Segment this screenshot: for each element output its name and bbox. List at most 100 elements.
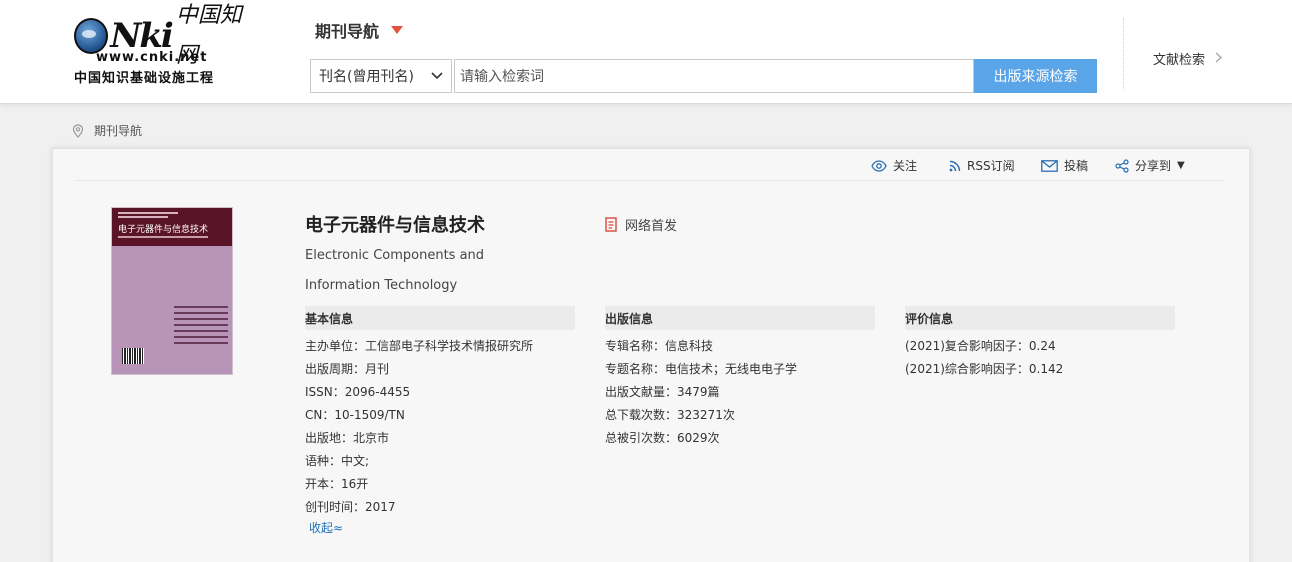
header-divider [1123, 18, 1124, 90]
chevron-down-icon [431, 70, 443, 83]
info-label: 主办单位： [305, 339, 366, 353]
share-button[interactable]: 分享到 ▼ [1115, 157, 1185, 174]
follow-button[interactable]: 关注 [871, 157, 917, 174]
cover-toc-line [174, 306, 228, 308]
info-row: 出版周期：月刊 [305, 358, 533, 381]
info-row: (2021)复合影响因子：0.24 [905, 335, 1063, 358]
info-label: (2021)复合影响因子： [905, 339, 1029, 353]
info-row: 专辑名称：信息科技 [605, 335, 797, 358]
journal-card: 关注 RSS订阅 投稿 分享到 ▼ 电子元器件与信息技术 电子元器件与信息技术 … [52, 148, 1250, 562]
info-label: 创刊时间： [305, 500, 366, 514]
info-value: 0.24 [1028, 339, 1056, 353]
cnki-logo[interactable]: Nki 中国知网 www.cnki.net 中国知识基础设施工程 [74, 3, 259, 86]
info-row: 出版文献量：3479篇 [605, 381, 797, 404]
info-row: ISSN：2096-4455 [305, 381, 533, 404]
info-row: 出版地：北京市 [305, 427, 533, 450]
cover-header-band: 电子元器件与信息技术 [112, 208, 232, 246]
cover-toc-line [174, 318, 228, 320]
rss-subscribe-button[interactable]: RSS订阅 [949, 157, 1015, 174]
rss-icon [949, 160, 961, 171]
info-value: 323271次 [677, 408, 735, 422]
info-value: 工信部电子科学技术情报研究所 [365, 339, 534, 353]
cover-toc-line [174, 324, 228, 326]
collapse-link[interactable]: 收起≈ [309, 519, 343, 536]
journal-nav-label: 期刊导航 [315, 22, 380, 41]
basic-info-heading: 基本信息 [305, 306, 575, 330]
globe-icon [74, 18, 109, 54]
literature-search-label: 文献检索 [1153, 53, 1206, 68]
source-search-button[interactable]: 出版来源检索 [974, 59, 1097, 93]
basic-info-heading-text: 基本信息 [305, 311, 354, 326]
chevron-right-icon [1215, 51, 1223, 67]
info-value: 电信技术；无线电电子学 [665, 362, 798, 376]
info-value: 10-1509/TN [334, 408, 405, 422]
follow-label: 关注 [893, 159, 918, 173]
search-input[interactable]: 请输入检索词 [454, 59, 974, 93]
info-row: 总被引次数：6029次 [605, 427, 797, 450]
info-value: 2096-4455 [344, 385, 411, 399]
publish-info-heading: 出版信息 [605, 306, 875, 330]
publish-info-heading-text: 出版信息 [605, 311, 654, 326]
eye-icon [871, 159, 887, 172]
info-value: 中文; [341, 454, 370, 468]
literature-search-link[interactable]: 文献检索 [1153, 49, 1223, 68]
submit-label: 投稿 [1064, 159, 1089, 173]
info-label: 出版文献量： [605, 385, 678, 399]
rss-label: RSS订阅 [967, 159, 1015, 173]
info-value: 北京市 [353, 431, 390, 445]
basic-info-list: 主办单位：工信部电子科学技术情报研究所 出版周期：月刊 ISSN：2096-44… [305, 335, 533, 519]
document-icon [605, 217, 617, 232]
journal-cover-image: 电子元器件与信息技术 [111, 207, 233, 375]
cover-text-line [118, 236, 208, 238]
search-placeholder: 请输入检索词 [460, 69, 544, 85]
info-row: 语种：中文; [305, 450, 533, 473]
info-row: 创刊时间：2017 [305, 496, 533, 519]
cover-text-line [118, 212, 178, 214]
cover-title: 电子元器件与信息技术 [118, 225, 209, 235]
info-label: 开本： [305, 477, 342, 491]
info-label: 出版地： [305, 431, 354, 445]
cover-toc-line [174, 342, 228, 344]
info-label: 语种： [305, 454, 342, 468]
search-bar: 刊名(曾用刊名) 请输入检索词 出版来源检索 [310, 59, 1097, 93]
info-label: 出版周期： [305, 362, 366, 376]
info-label: 总被引次数： [605, 431, 678, 445]
share-icon [1115, 158, 1129, 173]
info-value: 6029次 [677, 431, 720, 445]
info-row: CN：10-1509/TN [305, 404, 533, 427]
publish-info-list: 专辑名称：信息科技 专题名称：电信技术；无线电电子学 出版文献量：3479篇 总… [605, 335, 797, 450]
site-header: Nki 中国知网 www.cnki.net 中国知识基础设施工程 期刊导航 刊名… [0, 0, 1292, 104]
evaluation-info-list: (2021)复合影响因子：0.24 (2021)综合影响因子：0.142 [905, 335, 1063, 381]
cover-toc-line [174, 312, 228, 314]
online-first-badge[interactable]: 网络首发 [605, 215, 677, 234]
info-label: 专题名称： [605, 362, 666, 376]
info-value: 3479篇 [677, 385, 720, 399]
info-label: 总下载次数： [605, 408, 678, 422]
logo-url: www.cnki.net [96, 50, 208, 65]
info-row: 总下载次数：323271次 [605, 404, 797, 427]
cover-text-line [118, 216, 168, 218]
journal-nav-menu[interactable]: 期刊导航 [315, 18, 404, 42]
info-value: 月刊 [365, 362, 390, 376]
online-first-label: 网络首发 [625, 219, 678, 234]
evaluation-info-heading: 评价信息 [905, 306, 1175, 330]
barcode [122, 348, 144, 364]
breadcrumb: 期刊导航 [72, 122, 142, 139]
search-field-value: 刊名(曾用刊名) [319, 69, 414, 85]
info-label: ISSN： [305, 385, 345, 399]
journal-english-title: Electronic Components and Information Te… [305, 248, 485, 293]
logo-subtitle: 中国知识基础设施工程 [74, 71, 215, 86]
evaluation-info-heading-text: 评价信息 [905, 311, 954, 326]
info-value: 0.142 [1028, 362, 1064, 376]
info-row: (2021)综合影响因子：0.142 [905, 358, 1063, 381]
location-pin-icon [72, 123, 84, 138]
info-label: (2021)综合影响因子： [905, 362, 1029, 376]
search-field-select[interactable]: 刊名(曾用刊名) [310, 59, 452, 93]
info-label: CN： [305, 408, 335, 422]
info-row: 专题名称：电信技术；无线电电子学 [605, 358, 797, 381]
submit-manuscript-button[interactable]: 投稿 [1041, 157, 1088, 174]
journal-toolbar: 关注 RSS订阅 投稿 分享到 ▼ [75, 149, 1225, 181]
info-value: 16开 [341, 477, 369, 491]
cover-toc-line [174, 336, 228, 338]
breadcrumb-item[interactable]: 期刊导航 [94, 122, 142, 139]
